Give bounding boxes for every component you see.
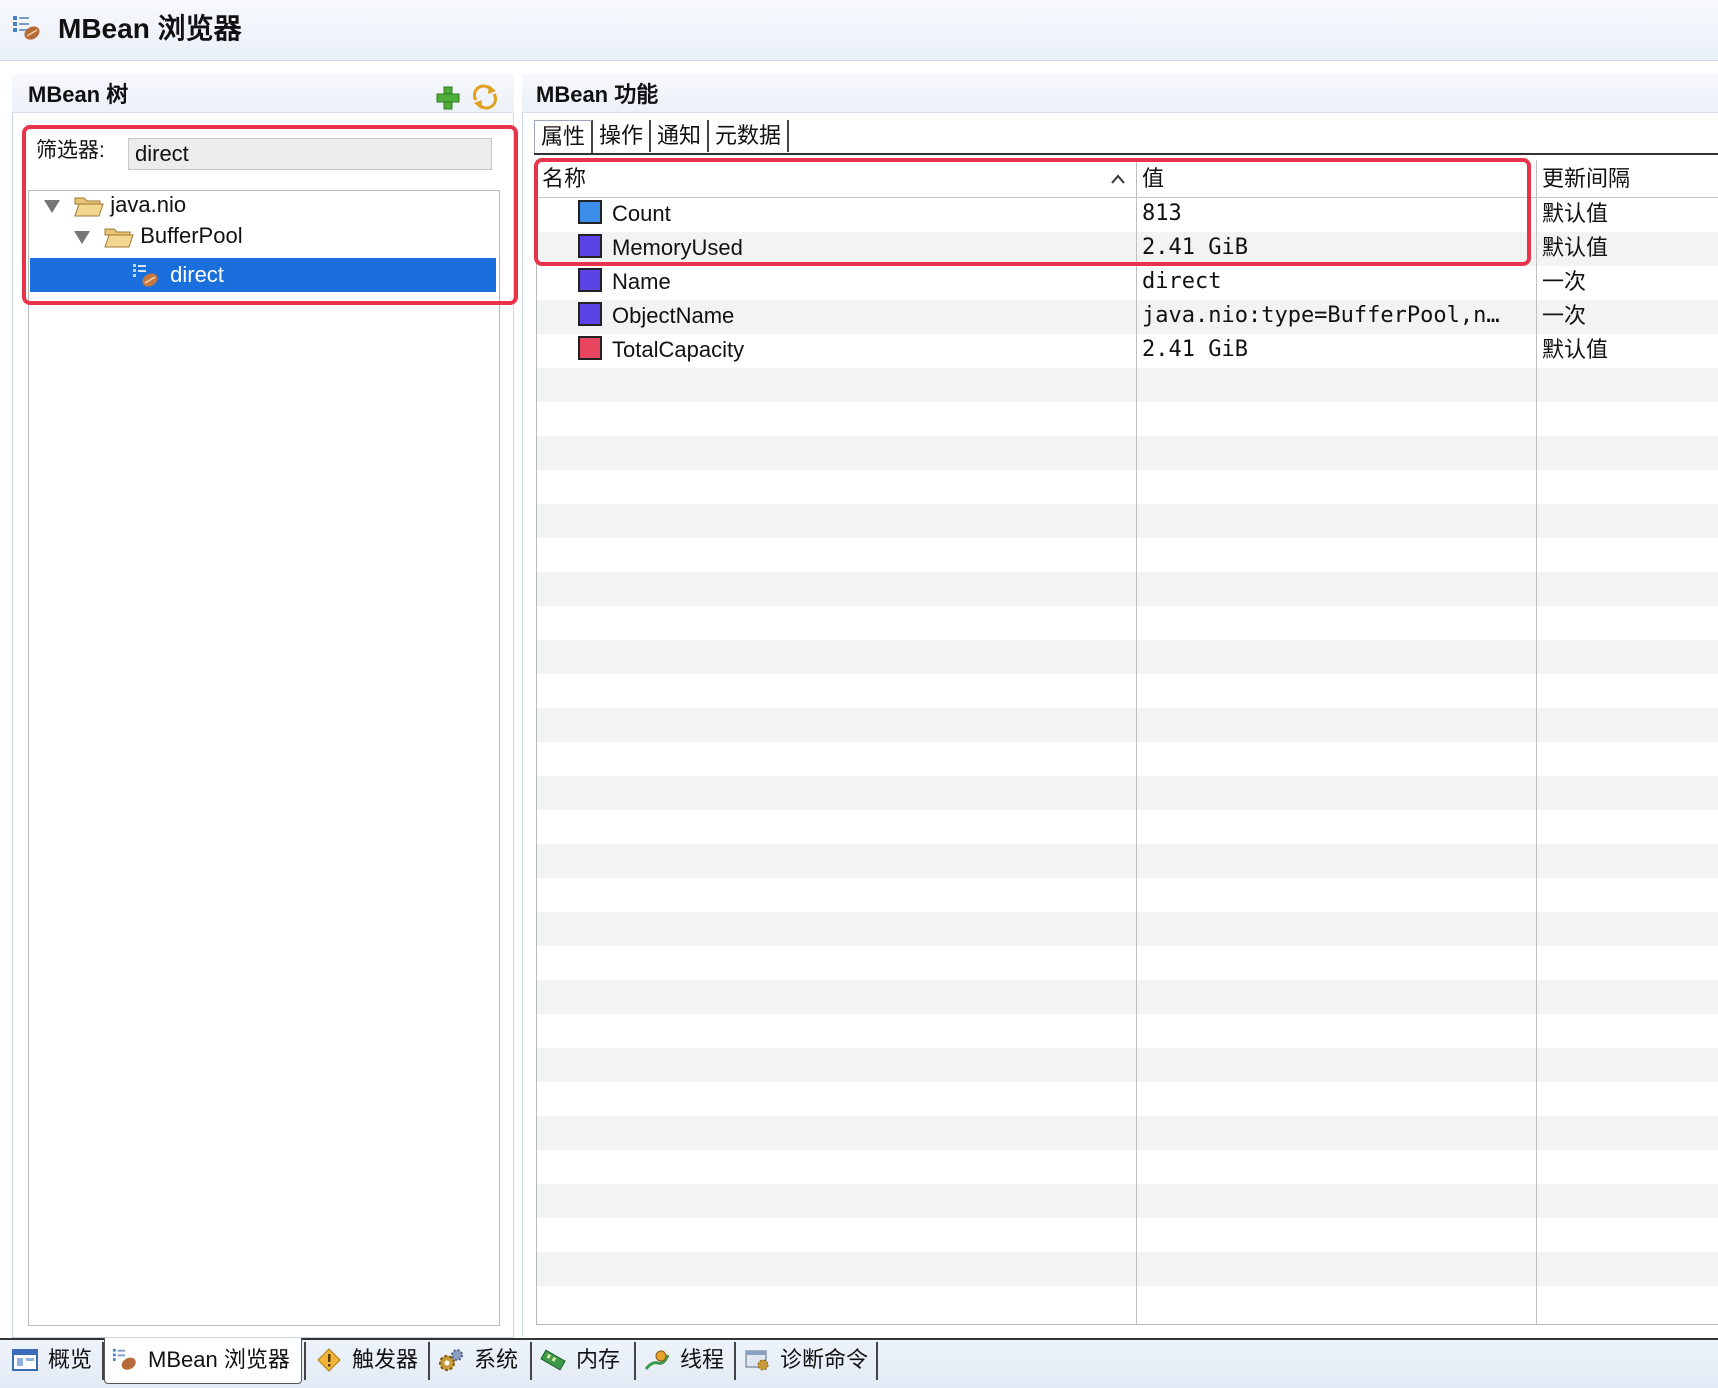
memory-icon <box>540 1349 566 1371</box>
table-row-stripe <box>537 708 1718 742</box>
table-row-stripe <box>537 436 1718 470</box>
table-row-stripe <box>537 1252 1718 1286</box>
attribute-value[interactable]: 2.41 GiB <box>1142 333 1248 367</box>
table-row-stripe <box>537 1184 1718 1218</box>
table-row-stripe <box>537 572 1718 606</box>
system-gears-icon <box>439 1349 463 1371</box>
table-row-stripe <box>537 1048 1718 1082</box>
tab-attributes[interactable]: 属性 <box>534 120 594 153</box>
mbean-tree <box>28 190 500 1326</box>
mbean-feature-title: MBean 功能 <box>536 82 659 107</box>
table-row-stripe <box>537 844 1718 878</box>
attribute-value[interactable]: direct <box>1142 265 1221 299</box>
attribute-type-icon <box>578 302 602 326</box>
tab-separator <box>876 1342 878 1380</box>
refresh-icon[interactable] <box>470 82 500 112</box>
table-row-stripe <box>537 640 1718 674</box>
tab-operations[interactable]: 操作 <box>593 120 652 152</box>
title-bar <box>0 0 1718 61</box>
window-title: MBean 浏览器 <box>58 13 242 44</box>
bottom-tab-label: 概览 <box>48 1347 93 1372</box>
bottom-tab-diagnostic-commands[interactable]: 诊断命令 <box>744 1340 868 1380</box>
column-divider[interactable] <box>1536 160 1537 1324</box>
table-row-stripe <box>537 368 1718 402</box>
thread-icon <box>644 1350 670 1370</box>
attribute-interval[interactable]: 默认值 <box>1542 197 1608 231</box>
bottom-tab-label: 内存 <box>576 1347 621 1372</box>
bottom-tab-triggers[interactable]: 触发器 <box>316 1340 418 1380</box>
mbean-browser-icon <box>13 16 40 40</box>
bottom-tab-overview[interactable]: 概览 <box>12 1340 92 1380</box>
attribute-type-icon <box>578 268 602 292</box>
overview-icon <box>12 1349 38 1371</box>
bottom-tab-label: 触发器 <box>352 1347 419 1372</box>
tab-notifications[interactable]: 通知 <box>651 120 710 152</box>
bottom-tab-label: MBean 浏览器 <box>148 1347 290 1372</box>
attribute-interval[interactable]: 一次 <box>1542 299 1586 333</box>
bottom-tab-threads[interactable]: 线程 <box>644 1340 724 1380</box>
bottom-tab-label: 诊断命令 <box>780 1347 869 1372</box>
tab-separator <box>634 1342 636 1380</box>
column-divider[interactable] <box>1136 160 1137 1324</box>
highlight-box-filter <box>22 125 518 305</box>
tab-separator <box>304 1342 306 1380</box>
table-row-stripe <box>537 980 1718 1014</box>
attribute-name[interactable]: ObjectName <box>612 299 734 333</box>
tab-separator <box>428 1342 430 1380</box>
bottom-tab-label: 系统 <box>474 1347 519 1372</box>
attribute-type-icon <box>578 336 602 360</box>
trigger-warning-icon <box>317 1348 341 1372</box>
column-header-interval[interactable]: 更新间隔 <box>1542 164 1630 194</box>
add-icon[interactable] <box>434 84 462 112</box>
tab-separator <box>530 1342 532 1380</box>
table-row-stripe <box>537 504 1718 538</box>
highlight-box-attributes <box>534 158 1531 266</box>
bottom-tab-label: 线程 <box>680 1347 725 1372</box>
mbean-feature-header <box>522 74 1718 113</box>
feature-tabs: 属性 操作 通知 元数据 <box>534 120 790 154</box>
bottom-tab-system[interactable]: 系统 <box>438 1340 518 1380</box>
attribute-interval[interactable]: 默认值 <box>1542 333 1608 367</box>
diagnostic-command-icon <box>745 1350 769 1371</box>
attribute-interval[interactable]: 一次 <box>1542 265 1586 299</box>
mbean-browser-icon <box>112 1348 136 1370</box>
attribute-value[interactable]: java.nio:type=BufferPool,n… <box>1142 299 1500 333</box>
tab-separator <box>102 1342 104 1380</box>
tabs-divider <box>534 153 1718 155</box>
bottom-tab-memory[interactable]: 内存 <box>540 1340 620 1380</box>
attribute-name[interactable]: TotalCapacity <box>612 333 744 367</box>
attribute-name[interactable]: Name <box>612 265 671 299</box>
tab-separator <box>734 1342 736 1380</box>
table-row-stripe <box>537 776 1718 810</box>
mbean-tree-title: MBean 树 <box>28 82 129 107</box>
table-row-stripe <box>537 1116 1718 1150</box>
attribute-interval[interactable]: 默认值 <box>1542 231 1608 265</box>
bottom-tab-mbean-browser[interactable]: MBean 浏览器 <box>112 1340 290 1380</box>
table-row-stripe <box>537 912 1718 946</box>
tab-metadata[interactable]: 元数据 <box>709 120 790 152</box>
